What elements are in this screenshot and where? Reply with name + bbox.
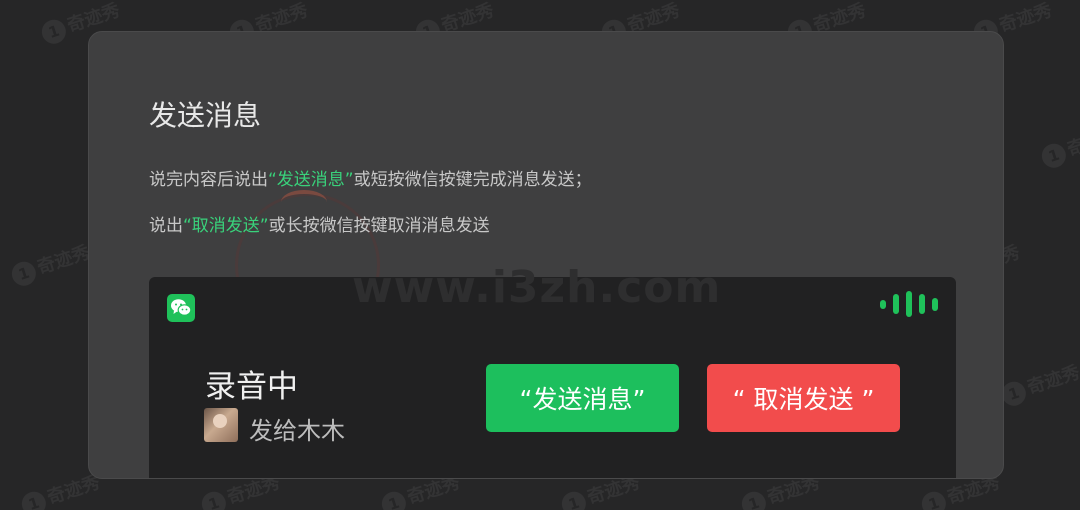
watermark-url: www.i3zh.com xyxy=(352,262,722,313)
voice-level-icon xyxy=(880,291,938,317)
watermark-mark: 1奇迹秀 xyxy=(1038,120,1080,171)
voice-level-bar xyxy=(893,294,899,314)
voice-level-bar xyxy=(932,297,938,311)
watermark-mark: 1奇迹秀 xyxy=(8,238,93,289)
watermark-badge: 1 xyxy=(18,488,49,510)
instruction-cancel-prefix: 说出 xyxy=(149,216,183,236)
watermark-text: 奇迹秀 xyxy=(1024,361,1080,399)
watermark-text: 奇迹秀 xyxy=(34,241,93,279)
screen: 1奇迹秀1奇迹秀1奇迹秀1奇迹秀1奇迹秀1奇迹秀1奇迹秀1奇迹秀1奇迹秀1奇迹秀… xyxy=(0,0,1080,510)
wechat-icon xyxy=(167,294,195,322)
watermark-text: 奇迹秀 xyxy=(1064,123,1080,161)
voice-level-bar xyxy=(919,294,925,314)
watermark-badge: 1 xyxy=(918,488,949,510)
watermark-badge: 1 xyxy=(38,16,69,47)
instruction-send-keyword: “发送消息” xyxy=(268,170,354,190)
watermark-mark: 1奇迹秀 xyxy=(18,468,103,510)
watermark-text: 奇迹秀 xyxy=(996,0,1055,37)
watermark-badge: 1 xyxy=(558,488,589,510)
send-message-button[interactable]: “发送消息” xyxy=(486,364,679,432)
instruction-send-prefix: 说完内容后说出 xyxy=(149,170,268,190)
cancel-send-button[interactable]: “ 取消发送 ” xyxy=(707,364,900,432)
card-title: 发送消息 xyxy=(149,99,262,132)
watermark-badge: 1 xyxy=(8,258,39,289)
instruction-cancel-suffix: 或长按微信按键取消消息发送 xyxy=(268,216,490,236)
watermark-badge: 1 xyxy=(378,488,409,510)
voice-level-bar xyxy=(880,299,886,309)
voice-message-help-card: 发送消息 说完内容后说出“发送消息”或短按微信按键完成消息发送； 说出“取消发送… xyxy=(88,31,1004,479)
instruction-send: 说完内容后说出“发送消息”或短按微信按键完成消息发送； xyxy=(149,165,592,190)
instruction-send-suffix: 或短按微信按键完成消息发送； xyxy=(353,170,592,190)
watermark-badge: 1 xyxy=(198,488,229,510)
watermark-badge: 1 xyxy=(738,488,769,510)
instruction-cancel: 说出“取消发送”或长按微信按键取消消息发送 xyxy=(149,211,490,236)
recipient-label: 发给木木 xyxy=(249,417,345,445)
watermark-badge: 1 xyxy=(1038,140,1069,171)
watermark-text: 奇迹秀 xyxy=(44,471,103,509)
avatar xyxy=(204,408,238,442)
watermark-mark: 1奇迹秀 xyxy=(998,358,1080,409)
recording-status: 录音中 xyxy=(205,369,298,405)
instruction-cancel-keyword: “取消发送” xyxy=(183,216,269,236)
voice-level-bar xyxy=(906,291,912,317)
